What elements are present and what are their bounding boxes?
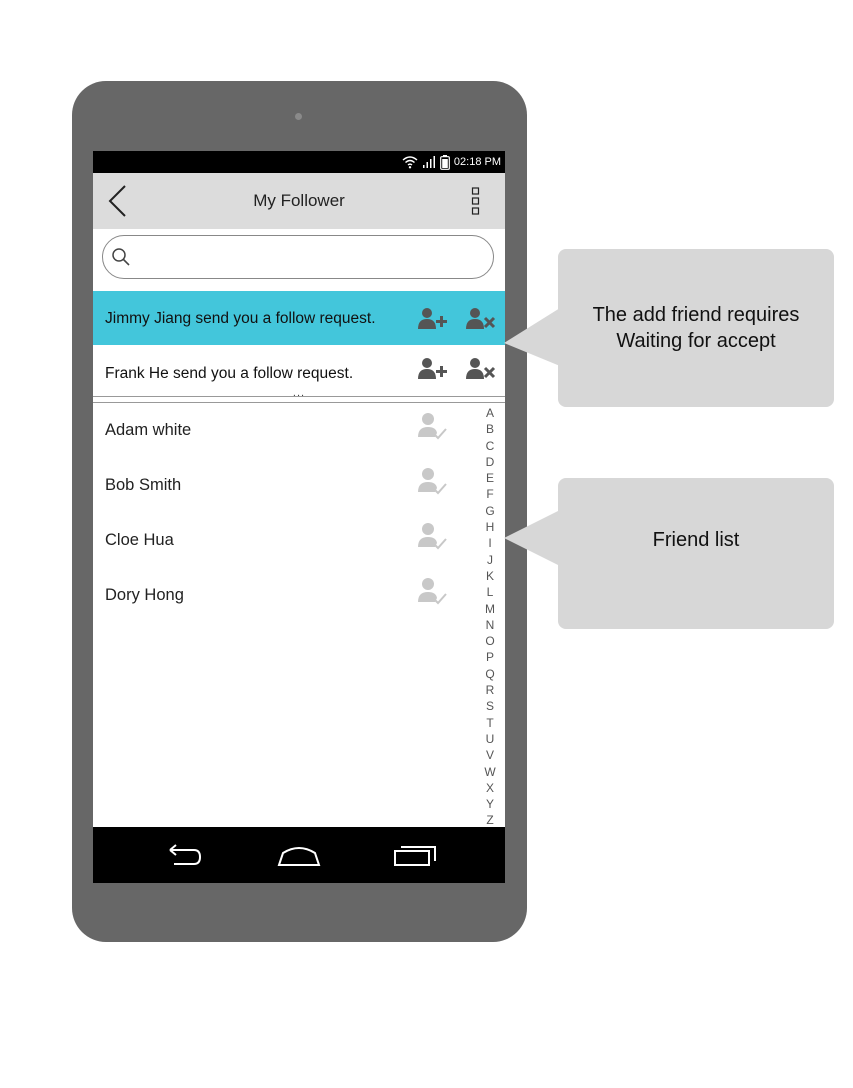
alphabet-index[interactable]: ABCDEFGHIJKLMNOPQRSTUVWXYZ	[483, 405, 497, 829]
alphabet-index-letter[interactable]: D	[483, 454, 497, 470]
alphabet-index-letter[interactable]: Q	[483, 666, 497, 682]
friend-list-item[interactable]: Bob Smith	[93, 461, 473, 511]
friend-name: Dory Hong	[105, 586, 184, 604]
alphabet-index-letter[interactable]: C	[483, 438, 497, 454]
add-user-icon[interactable]	[417, 357, 449, 381]
follow-request-text: Jimmy Jiang send you a follow request.	[105, 310, 376, 327]
callout-box: Friend list	[558, 478, 834, 629]
signal-icon	[422, 156, 435, 168]
alphabet-index-letter[interactable]: B	[483, 421, 497, 437]
alphabet-index-letter[interactable]: K	[483, 568, 497, 584]
friend-list-item[interactable]: Cloe Hua	[93, 516, 473, 566]
user-check-icon	[418, 468, 447, 495]
app-bar: My Follower	[93, 173, 505, 229]
alphabet-index-letter[interactable]: S	[483, 698, 497, 714]
page-title: My Follower	[253, 191, 345, 210]
more-indicator[interactable]: ...	[93, 387, 505, 399]
alphabet-index-letter[interactable]: F	[483, 486, 497, 502]
callout-text-line1: The add friend requires	[592, 304, 800, 326]
alphabet-index-letter[interactable]: M	[483, 601, 497, 617]
alphabet-index-letter[interactable]: H	[483, 519, 497, 535]
user-check-icon	[418, 523, 447, 550]
friend-name: Bob Smith	[105, 476, 182, 494]
alphabet-index-letter[interactable]: P	[483, 649, 497, 665]
user-check-icon	[418, 578, 447, 605]
alphabet-index-letter[interactable]: G	[483, 503, 497, 519]
nav-home-icon[interactable]	[277, 841, 321, 871]
overflow-menu-icon[interactable]	[471, 186, 481, 216]
nav-back-icon[interactable]	[162, 841, 206, 871]
alphabet-index-letter[interactable]: X	[483, 780, 497, 796]
callout-text-line1: Friend list	[652, 529, 740, 551]
callout-pointer	[504, 308, 560, 366]
remove-user-icon[interactable]	[465, 307, 497, 331]
alphabet-index-letter[interactable]: T	[483, 715, 497, 731]
friend-list-item[interactable]: Adam white	[93, 406, 473, 456]
alphabet-index-letter[interactable]: N	[483, 617, 497, 633]
add-user-icon[interactable]	[417, 307, 449, 331]
wifi-icon	[402, 156, 418, 169]
system-nav-bar	[93, 827, 505, 883]
alphabet-index-letter[interactable]: J	[483, 552, 497, 568]
alphabet-index-letter[interactable]: E	[483, 470, 497, 486]
friend-name: Cloe Hua	[105, 531, 174, 549]
tablet-device-frame: 02:18 PM My Follower Jimmy Jiang send yo…	[72, 81, 527, 942]
section-divider	[93, 402, 505, 403]
camera-dot	[295, 113, 302, 120]
alphabet-index-letter[interactable]: I	[483, 535, 497, 551]
search-input[interactable]	[137, 242, 481, 272]
search-icon	[112, 248, 130, 266]
search-box[interactable]	[102, 235, 494, 279]
battery-icon	[440, 154, 450, 170]
alphabet-index-letter[interactable]: U	[483, 731, 497, 747]
friend-name: Adam white	[105, 421, 192, 439]
follow-request-text: Frank He send you a follow request.	[105, 365, 354, 382]
alphabet-index-letter[interactable]: V	[483, 747, 497, 763]
alphabet-index-letter[interactable]: A	[483, 405, 497, 421]
alphabet-index-letter[interactable]: O	[483, 633, 497, 649]
callout-text-line2: Waiting for accept	[616, 330, 776, 352]
friend-list-item[interactable]: Dory Hong	[93, 571, 473, 621]
status-bar: 02:18 PM	[93, 151, 505, 173]
nav-recent-apps-icon[interactable]	[393, 841, 437, 871]
alphabet-index-letter[interactable]: R	[483, 682, 497, 698]
user-check-icon	[418, 413, 447, 440]
status-time: 02:18 PM	[453, 156, 501, 168]
callout-box: The add friend requires Waiting for acce…	[558, 249, 834, 407]
app-screen: 02:18 PM My Follower Jimmy Jiang send yo…	[93, 151, 505, 883]
alphabet-index-letter[interactable]: L	[483, 584, 497, 600]
search-bar	[93, 229, 505, 291]
alphabet-index-letter[interactable]: W	[483, 764, 497, 780]
remove-user-icon[interactable]	[465, 357, 497, 381]
alphabet-index-letter[interactable]: Y	[483, 796, 497, 812]
callout-pointer	[504, 510, 560, 566]
follow-request-item[interactable]: Jimmy Jiang send you a follow request.	[93, 291, 505, 345]
